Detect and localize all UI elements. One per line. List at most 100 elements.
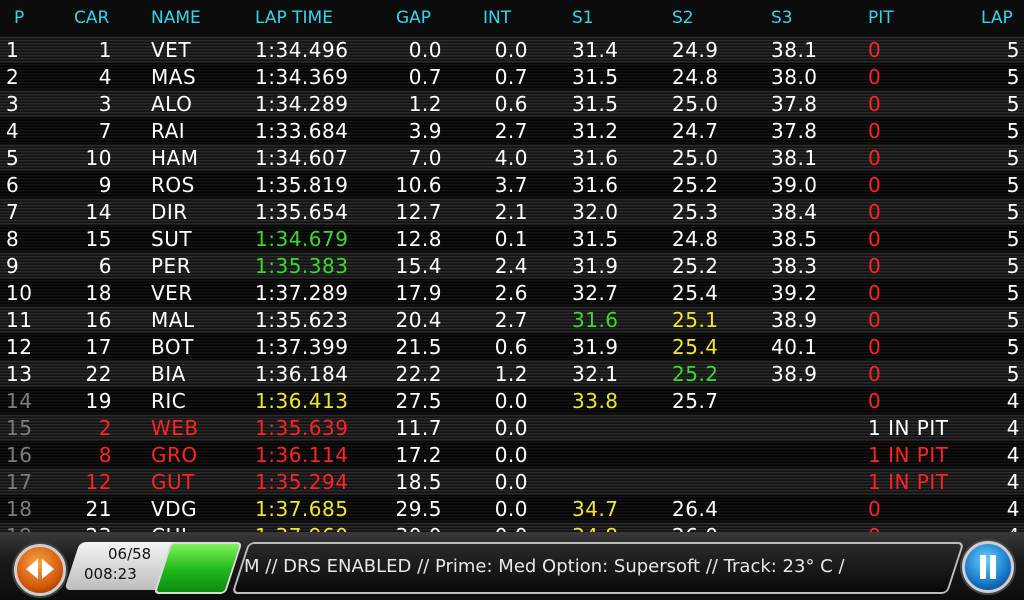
cell-lap: 4 (1006, 497, 1020, 521)
cell-s2: 25.2 (672, 254, 719, 278)
cell-pos: 6 (6, 173, 20, 197)
cell-gap: 30.0 (388, 523, 442, 532)
cell-lap: 5 (1006, 200, 1020, 224)
cell-s2: 24.8 (672, 65, 719, 89)
cell-int: 0.6 (494, 335, 528, 359)
table-row: 4 7 RAI 1:33.684 3.9 2.7 31.2 24.7 37.8 0 5 (0, 117, 1024, 144)
lap-count: 06/58 (108, 545, 152, 563)
cell-pit: 0 (868, 227, 882, 251)
cell-name: BOT (151, 335, 194, 359)
cell-car: 6 (98, 254, 112, 278)
cell-lap: 5 (1006, 254, 1020, 278)
cell-car: 3 (98, 92, 112, 116)
cell-pos: 5 (6, 146, 20, 170)
cell-gap: 15.4 (395, 254, 442, 278)
swap-view-button[interactable] (14, 544, 66, 596)
cell-s3: 38.1 (771, 38, 818, 62)
header-s3: S3 (771, 8, 793, 28)
cell-pit: 1 IN PIT (868, 470, 949, 494)
cell-lap-time: 1:34.496 (255, 38, 349, 62)
cell-s3: 38.9 (771, 362, 818, 386)
cell-s2: 26.4 (672, 497, 719, 521)
cell-s1: 31.5 (572, 92, 619, 116)
cell-pit: 0 (868, 146, 882, 170)
table-header: P CAR NAME LAP TIME GAP INT S1 S2 S3 PIT… (0, 0, 1024, 36)
cell-int: 0.0 (494, 38, 528, 62)
cell-s3: 37.8 (771, 92, 818, 116)
table-row: 10 18 VER 1:37.289 17.9 2.6 32.7 25.4 39.2 0 5 (0, 279, 1024, 306)
cell-pit: 0 (868, 200, 882, 224)
cell-lap-time: 1:35.819 (255, 173, 349, 197)
cell-s3: 37.8 (771, 119, 818, 143)
cell-lap-time: 1:34.679 (255, 227, 349, 251)
cell-s2: 25.4 (672, 281, 719, 305)
cell-lap: 5 (1006, 119, 1020, 143)
pause-button[interactable] (962, 541, 1014, 593)
table-row: 11 16 MAL 1:35.623 20.4 2.7 31.6 25.1 38.9 0 5 (0, 306, 1024, 333)
cell-lap-time: 1:35.383 (255, 254, 349, 278)
elapsed-time: 008:23 (84, 565, 137, 583)
cell-lap: 5 (1006, 173, 1020, 197)
cell-gap: 22.2 (395, 362, 442, 386)
cell-lap: 5 (1006, 281, 1020, 305)
cell-pos: 13 (6, 362, 33, 386)
cell-s1: 33.8 (572, 389, 619, 413)
cell-s3: 38.0 (771, 65, 818, 89)
cell-pos: 3 (6, 92, 20, 116)
cell-name: WEB (151, 416, 199, 440)
cell-car: 2 (98, 416, 112, 440)
cell-lap: 5 (1006, 362, 1020, 386)
cell-name: PER (151, 254, 192, 278)
cell-int: 0.6 (494, 92, 528, 116)
cell-s1: 31.5 (572, 227, 619, 251)
cell-gap: 1.2 (408, 92, 442, 116)
cell-lap: 4 (1006, 416, 1020, 440)
cell-name: ALO (151, 92, 193, 116)
cell-name: RIC (151, 389, 187, 413)
cell-s3: 39.2 (771, 281, 818, 305)
cell-lap-time: 1:35.639 (255, 416, 349, 440)
cell-name: VET (151, 38, 192, 62)
cell-pit: 0 (868, 173, 882, 197)
header-pit: PIT (868, 8, 894, 28)
cell-car: 12 (85, 470, 112, 494)
header-lap-time: LAP TIME (255, 8, 333, 28)
cell-s2: 25.3 (672, 200, 719, 224)
cell-name: GUT (151, 470, 195, 494)
cell-car: 17 (85, 335, 112, 359)
cell-int: 3.7 (494, 173, 528, 197)
cell-gap: 18.5 (395, 470, 442, 494)
cell-pos: 14 (6, 389, 33, 413)
cell-lap: 5 (1006, 335, 1020, 359)
cell-car: 14 (85, 200, 112, 224)
cell-gap: 11.7 (395, 416, 442, 440)
table-row: 18 21 VDG 1:37.685 29.5 0.0 34.7 26.4 0 4 (0, 495, 1024, 522)
cell-lap: 5 (1006, 38, 1020, 62)
table-row: 19 23 CHI 1:37.960 30.0 0.0 34.8 26.0 0 4 (0, 522, 1024, 532)
table-row: 13 22 BIA 1:36.184 22.2 1.2 32.1 25.2 38.9 0 5 (0, 360, 1024, 387)
cell-s3: 38.9 (771, 308, 818, 332)
cell-name: SUT (151, 227, 193, 251)
cell-lap-time: 1:35.654 (255, 200, 349, 224)
cell-lap: 4 (1006, 443, 1020, 467)
cell-car: 22 (85, 362, 112, 386)
cell-pos: 17 (6, 470, 33, 494)
cell-car: 16 (85, 308, 112, 332)
header-gap: GAP (396, 8, 432, 28)
cell-pos: 10 (6, 281, 33, 305)
cell-s2: 24.7 (672, 119, 719, 143)
cell-car: 21 (85, 497, 112, 521)
table-row: 3 3 ALO 1:34.289 1.2 0.6 31.5 25.0 37.8 0 5 (0, 90, 1024, 117)
cell-gap: 27.5 (395, 389, 442, 413)
cell-lap-time: 1:37.289 (255, 281, 349, 305)
cell-lap: 5 (1006, 146, 1020, 170)
cell-car: 1 (98, 38, 112, 62)
cell-int: 0.1 (494, 227, 528, 251)
cell-pos: 19 (6, 523, 46, 532)
cell-pos: 2 (6, 65, 20, 89)
cell-lap: 4 (990, 523, 1020, 532)
cell-pit: 1 IN PIT (868, 416, 949, 440)
cell-int: 0.0 (494, 470, 528, 494)
cell-int: 0.7 (494, 65, 528, 89)
cell-gap: 20.4 (395, 308, 442, 332)
